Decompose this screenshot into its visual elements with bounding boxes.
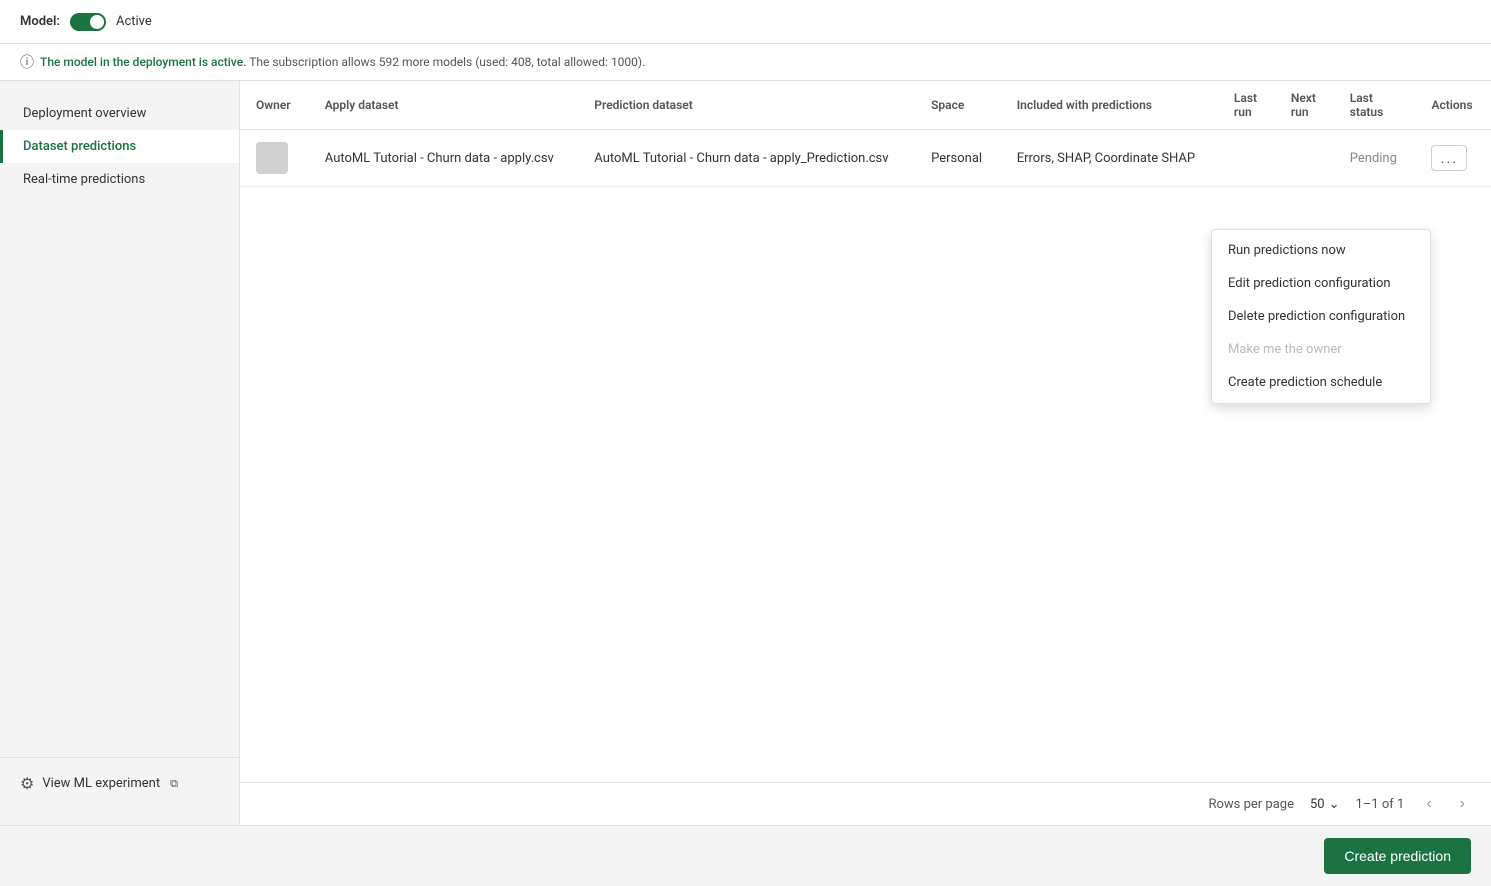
bottom-action-bar: Create prediction (0, 825, 1491, 886)
content-area: Owner Apply dataset Prediction dataset S… (240, 81, 1491, 825)
dropdown-item-delete-config[interactable]: Delete prediction configuration (1212, 300, 1430, 333)
model-label: Model: (20, 14, 60, 29)
col-last-run: Lastrun (1218, 81, 1275, 130)
cell-included-predictions: Errors, SHAP, Coordinate SHAP (1001, 130, 1218, 187)
row-actions-button[interactable]: ... (1431, 145, 1467, 171)
top-bar: Model: Active (0, 0, 1491, 44)
info-icon: ⓘ (20, 52, 34, 72)
experiment-icon: ⚙ (20, 774, 34, 793)
info-text: The model in the deployment is active. T… (40, 55, 645, 69)
sidebar-item-dataset-predictions[interactable]: Dataset predictions (0, 130, 239, 163)
rows-per-page-label: Rows per page (1208, 797, 1294, 812)
cell-actions: ... (1415, 130, 1491, 187)
col-actions: Actions (1415, 81, 1491, 130)
col-last-status: Laststatus (1334, 81, 1416, 130)
col-next-run: Nextrun (1275, 81, 1334, 130)
cell-last-status: Pending (1334, 130, 1416, 187)
view-ml-experiment-link[interactable]: ⚙ View ML experiment ⧉ (0, 757, 239, 809)
table-footer: Rows per page 50 ⌄ 1–1 of 1 ‹ › (240, 782, 1491, 825)
col-owner: Owner (240, 81, 309, 130)
view-ml-experiment-label: View ML experiment (42, 776, 160, 791)
cell-owner (240, 130, 309, 187)
sidebar-nav: Deployment overview Dataset predictions … (0, 97, 239, 196)
dropdown-item-edit-config[interactable]: Edit prediction configuration (1212, 267, 1430, 300)
status-badge: Pending (1350, 151, 1397, 166)
cell-space: Personal (915, 130, 1001, 187)
sidebar-item-realtime-predictions[interactable]: Real-time predictions (0, 163, 239, 196)
model-toggle[interactable] (70, 13, 106, 31)
predictions-table: Owner Apply dataset Prediction dataset S… (240, 81, 1491, 187)
rows-per-page-select[interactable]: 50 ⌄ (1310, 797, 1340, 812)
cell-next-run (1275, 130, 1334, 187)
create-prediction-button[interactable]: Create prediction (1324, 838, 1471, 874)
info-rest: The subscription allows 592 more models … (249, 55, 645, 69)
col-space: Space (915, 81, 1001, 130)
sidebar: Deployment overview Dataset predictions … (0, 81, 240, 825)
col-prediction-dataset: Prediction dataset (578, 81, 915, 130)
main-layout: Deployment overview Dataset predictions … (0, 81, 1491, 825)
cell-apply-dataset: AutoML Tutorial - Churn data - apply.csv (309, 130, 579, 187)
info-highlight: The model in the deployment is active. (40, 55, 246, 69)
avatar (256, 142, 288, 174)
dropdown-item-create-schedule[interactable]: Create prediction schedule (1212, 366, 1430, 399)
next-page-button[interactable]: › (1454, 793, 1471, 815)
active-status-text: Active (116, 14, 152, 29)
cell-last-run (1218, 130, 1275, 187)
col-apply-dataset: Apply dataset (309, 81, 579, 130)
dropdown-item-make-owner: Make me the owner (1212, 333, 1430, 366)
sidebar-item-deployment-overview[interactable]: Deployment overview (0, 97, 239, 130)
dropdown-item-run-predictions[interactable]: Run predictions now (1212, 234, 1430, 267)
external-link-icon: ⧉ (170, 777, 178, 791)
prev-page-button[interactable]: ‹ (1420, 793, 1437, 815)
table-header-row: Owner Apply dataset Prediction dataset S… (240, 81, 1491, 130)
actions-dropdown-menu: Run predictions now Edit prediction conf… (1211, 229, 1431, 404)
table-row: AutoML Tutorial - Churn data - apply.csv… (240, 130, 1491, 187)
predictions-table-container: Owner Apply dataset Prediction dataset S… (240, 81, 1491, 782)
info-bar: ⓘ The model in the deployment is active.… (0, 44, 1491, 81)
chevron-down-icon: ⌄ (1329, 797, 1340, 812)
col-included-predictions: Included with predictions (1001, 81, 1218, 130)
cell-prediction-dataset: AutoML Tutorial - Churn data - apply_Pre… (578, 130, 915, 187)
rows-per-page-value: 50 (1310, 797, 1325, 812)
page-info: 1–1 of 1 (1356, 797, 1405, 812)
